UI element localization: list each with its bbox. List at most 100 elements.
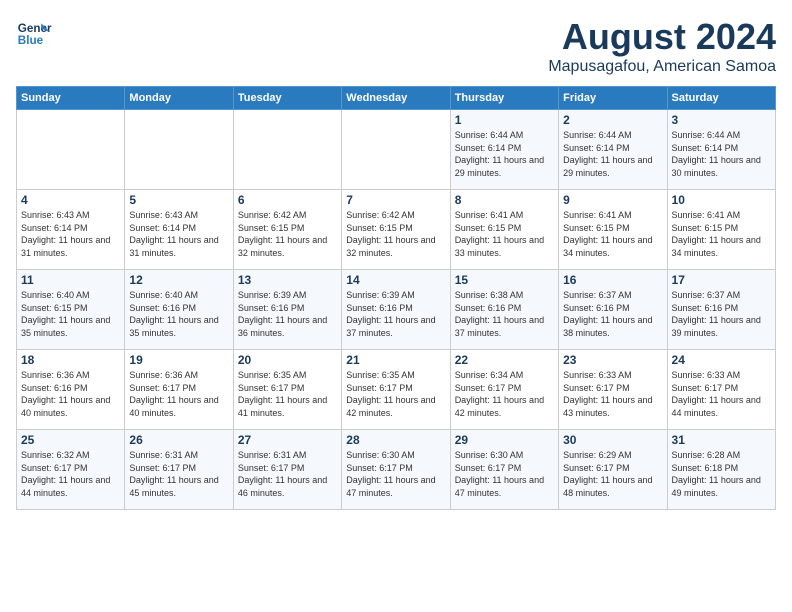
calendar-week-row: 4 Sunrise: 6:43 AM Sunset: 6:14 PM Daylig… <box>17 190 776 270</box>
day-number: 24 <box>672 353 771 367</box>
day-info: Sunrise: 6:29 AM Sunset: 6:17 PM Dayligh… <box>563 449 662 499</box>
day-number: 8 <box>455 193 554 207</box>
weekday-header-cell: Tuesday <box>233 87 341 110</box>
calendar-cell: 28 Sunrise: 6:30 AM Sunset: 6:17 PM Dayli… <box>342 430 450 510</box>
weekday-header-cell: Friday <box>559 87 667 110</box>
day-number: 6 <box>238 193 337 207</box>
calendar-cell: 29Sunrise: 6:30 AM Sunset: 6:17 PM Dayli… <box>450 430 558 510</box>
day-number: 4 <box>21 193 120 207</box>
day-number: 15 <box>455 273 554 287</box>
day-number: 12 <box>129 273 228 287</box>
day-info: Sunrise: 6:33 AM Sunset: 6:17 PM Dayligh… <box>672 369 771 419</box>
day-number: 21 <box>346 353 445 367</box>
logo: General Blue <box>16 16 52 52</box>
calendar-week-row: 18Sunrise: 6:36 AM Sunset: 6:16 PM Dayli… <box>17 350 776 430</box>
calendar-cell: 26 Sunrise: 6:31 AM Sunset: 6:17 PM Dayli… <box>125 430 233 510</box>
day-info: Sunrise: 6:42 AM Sunset: 6:15 PM Dayligh… <box>346 209 445 259</box>
day-number: 3 <box>672 113 771 127</box>
day-number: 14 <box>346 273 445 287</box>
day-number: 20 <box>238 353 337 367</box>
day-info: Sunrise: 6:33 AM Sunset: 6:17 PM Dayligh… <box>563 369 662 419</box>
calendar-cell <box>17 110 125 190</box>
day-number: 10 <box>672 193 771 207</box>
day-info: Sunrise: 6:38 AM Sunset: 6:16 PM Dayligh… <box>455 289 554 339</box>
calendar-table: SundayMondayTuesdayWednesdayThursdayFrid… <box>16 86 776 510</box>
weekday-header-row: SundayMondayTuesdayWednesdayThursdayFrid… <box>17 87 776 110</box>
day-info: Sunrise: 6:41 AM Sunset: 6:15 PM Dayligh… <box>672 209 771 259</box>
day-info: Sunrise: 6:39 AM Sunset: 6:16 PM Dayligh… <box>238 289 337 339</box>
calendar-cell: 7 Sunrise: 6:42 AM Sunset: 6:15 PM Daylig… <box>342 190 450 270</box>
calendar-cell: 24 Sunrise: 6:33 AM Sunset: 6:17 PM Dayli… <box>667 350 775 430</box>
day-info: Sunrise: 6:40 AM Sunset: 6:16 PM Dayligh… <box>129 289 228 339</box>
month-title: August 2024 <box>548 16 776 58</box>
day-number: 1 <box>455 113 554 127</box>
calendar-cell: 19 Sunrise: 6:36 AM Sunset: 6:17 PM Dayli… <box>125 350 233 430</box>
day-info: Sunrise: 6:30 AM Sunset: 6:17 PM Dayligh… <box>346 449 445 499</box>
day-info: Sunrise: 6:36 AM Sunset: 6:17 PM Dayligh… <box>129 369 228 419</box>
day-number: 23 <box>563 353 662 367</box>
day-number: 18 <box>21 353 120 367</box>
day-number: 7 <box>346 193 445 207</box>
weekday-header-cell: Sunday <box>17 87 125 110</box>
day-number: 5 <box>129 193 228 207</box>
calendar-cell: 23 Sunrise: 6:33 AM Sunset: 6:17 PM Dayli… <box>559 350 667 430</box>
day-number: 28 <box>346 433 445 447</box>
day-info: Sunrise: 6:28 AM Sunset: 6:18 PM Dayligh… <box>672 449 771 499</box>
calendar-cell: 27Sunrise: 6:31 AM Sunset: 6:17 PM Dayli… <box>233 430 341 510</box>
day-info: Sunrise: 6:41 AM Sunset: 6:15 PM Dayligh… <box>455 209 554 259</box>
day-number: 26 <box>129 433 228 447</box>
day-info: Sunrise: 6:43 AM Sunset: 6:14 PM Dayligh… <box>129 209 228 259</box>
calendar-week-row: 1 Sunrise: 6:44 AM Sunset: 6:14 PM Daylig… <box>17 110 776 190</box>
day-info: Sunrise: 6:31 AM Sunset: 6:17 PM Dayligh… <box>238 449 337 499</box>
day-info: Sunrise: 6:44 AM Sunset: 6:14 PM Dayligh… <box>563 129 662 179</box>
day-info: Sunrise: 6:34 AM Sunset: 6:17 PM Dayligh… <box>455 369 554 419</box>
location-title: Mapusagafou, American Samoa <box>548 58 776 76</box>
day-number: 2 <box>563 113 662 127</box>
calendar-cell: 13 Sunrise: 6:39 AM Sunset: 6:16 PM Dayli… <box>233 270 341 350</box>
day-number: 29 <box>455 433 554 447</box>
calendar-cell: 6 Sunrise: 6:42 AM Sunset: 6:15 PM Daylig… <box>233 190 341 270</box>
calendar-cell <box>125 110 233 190</box>
calendar-cell: 21 Sunrise: 6:35 AM Sunset: 6:17 PM Dayli… <box>342 350 450 430</box>
day-number: 13 <box>238 273 337 287</box>
calendar-cell: 9 Sunrise: 6:41 AM Sunset: 6:15 PM Daylig… <box>559 190 667 270</box>
calendar-cell: 11Sunrise: 6:40 AM Sunset: 6:15 PM Dayli… <box>17 270 125 350</box>
day-info: Sunrise: 6:42 AM Sunset: 6:15 PM Dayligh… <box>238 209 337 259</box>
calendar-cell: 15 Sunrise: 6:38 AM Sunset: 6:16 PM Dayli… <box>450 270 558 350</box>
title-area: August 2024 Mapusagafou, American Samoa <box>548 16 776 76</box>
calendar-cell: 16 Sunrise: 6:37 AM Sunset: 6:16 PM Dayli… <box>559 270 667 350</box>
calendar-cell: 30Sunrise: 6:29 AM Sunset: 6:17 PM Dayli… <box>559 430 667 510</box>
calendar-cell <box>342 110 450 190</box>
calendar-cell: 20 Sunrise: 6:35 AM Sunset: 6:17 PM Dayli… <box>233 350 341 430</box>
calendar-week-row: 25Sunrise: 6:32 AM Sunset: 6:17 PM Dayli… <box>17 430 776 510</box>
day-info: Sunrise: 6:37 AM Sunset: 6:16 PM Dayligh… <box>563 289 662 339</box>
day-info: Sunrise: 6:43 AM Sunset: 6:14 PM Dayligh… <box>21 209 120 259</box>
calendar-cell: 1 Sunrise: 6:44 AM Sunset: 6:14 PM Daylig… <box>450 110 558 190</box>
calendar-cell: 12 Sunrise: 6:40 AM Sunset: 6:16 PM Dayli… <box>125 270 233 350</box>
day-info: Sunrise: 6:35 AM Sunset: 6:17 PM Dayligh… <box>238 369 337 419</box>
calendar-cell <box>233 110 341 190</box>
calendar-cell: 5 Sunrise: 6:43 AM Sunset: 6:14 PM Daylig… <box>125 190 233 270</box>
day-number: 31 <box>672 433 771 447</box>
day-info: Sunrise: 6:44 AM Sunset: 6:14 PM Dayligh… <box>672 129 771 179</box>
day-number: 9 <box>563 193 662 207</box>
day-number: 19 <box>129 353 228 367</box>
day-number: 17 <box>672 273 771 287</box>
calendar-cell: 22 Sunrise: 6:34 AM Sunset: 6:17 PM Dayli… <box>450 350 558 430</box>
weekday-header-cell: Saturday <box>667 87 775 110</box>
day-number: 22 <box>455 353 554 367</box>
calendar-cell: 14Sunrise: 6:39 AM Sunset: 6:16 PM Dayli… <box>342 270 450 350</box>
day-info: Sunrise: 6:44 AM Sunset: 6:14 PM Dayligh… <box>455 129 554 179</box>
calendar-body: 1 Sunrise: 6:44 AM Sunset: 6:14 PM Daylig… <box>17 110 776 510</box>
calendar-cell: 3 Sunrise: 6:44 AM Sunset: 6:14 PM Daylig… <box>667 110 775 190</box>
day-number: 16 <box>563 273 662 287</box>
day-info: Sunrise: 6:35 AM Sunset: 6:17 PM Dayligh… <box>346 369 445 419</box>
weekday-header-cell: Thursday <box>450 87 558 110</box>
calendar-cell: 25Sunrise: 6:32 AM Sunset: 6:17 PM Dayli… <box>17 430 125 510</box>
day-info: Sunrise: 6:41 AM Sunset: 6:15 PM Dayligh… <box>563 209 662 259</box>
day-number: 11 <box>21 273 120 287</box>
day-info: Sunrise: 6:31 AM Sunset: 6:17 PM Dayligh… <box>129 449 228 499</box>
svg-text:Blue: Blue <box>18 34 44 47</box>
calendar-cell: 17Sunrise: 6:37 AM Sunset: 6:16 PM Dayli… <box>667 270 775 350</box>
calendar-cell: 8 Sunrise: 6:41 AM Sunset: 6:15 PM Daylig… <box>450 190 558 270</box>
